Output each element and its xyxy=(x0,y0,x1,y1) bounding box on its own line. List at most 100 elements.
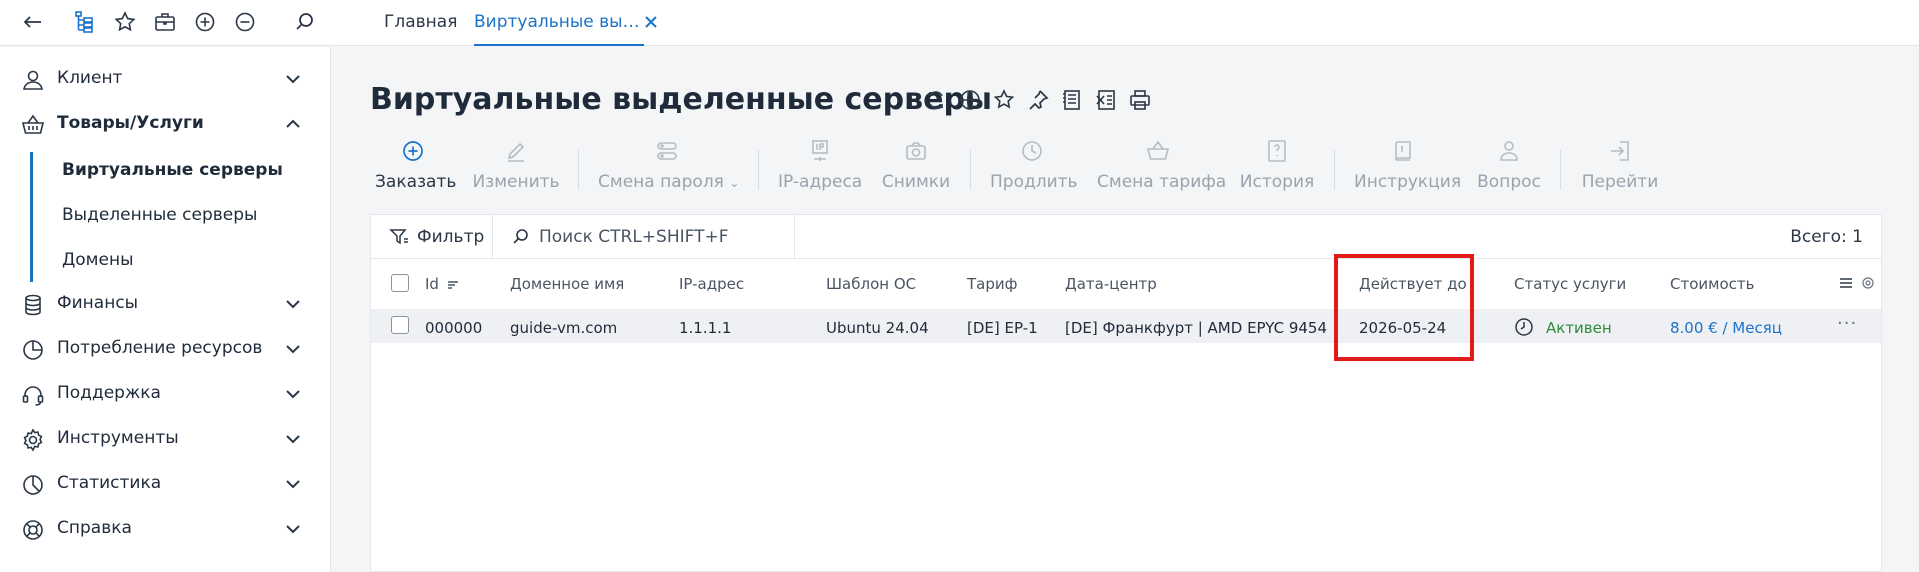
sidebar-item-resource-usage[interactable]: Потребление ресурсов xyxy=(0,329,331,369)
column-header-ip[interactable]: IP-адрес xyxy=(679,275,744,293)
sidebar-item-client[interactable]: Клиент xyxy=(0,59,331,99)
edit-button[interactable]: Изменить xyxy=(472,138,560,198)
change-tariff-button[interactable]: Смена тарифа xyxy=(1097,138,1227,198)
pin-icon[interactable] xyxy=(1026,88,1050,112)
table-settings-gear-icon[interactable] xyxy=(1861,276,1875,290)
cell-cost-link[interactable]: 8.00 € / Месяц xyxy=(1670,319,1782,337)
stats-icon xyxy=(20,472,46,498)
column-header-tariff[interactable]: Тариф xyxy=(967,275,1017,293)
services-table-panel: Фильтр Всего: 1 Id Доменное имя IP-адрес… xyxy=(370,214,1882,572)
sidebar-item-tools[interactable]: Инструменты xyxy=(0,419,331,459)
refresh-icon[interactable] xyxy=(924,88,948,112)
list-export-icon[interactable] xyxy=(1060,88,1084,112)
history-label: История xyxy=(1239,172,1315,192)
ip-addresses-label: IP-адреса xyxy=(778,172,863,192)
pencil-icon xyxy=(503,138,529,164)
column-header-status[interactable]: Статус услуги xyxy=(1514,275,1626,293)
change-password-button[interactable]: Смена пароля ⌄ xyxy=(598,138,739,198)
tab-virtual-servers[interactable]: Виртуальные вы… xyxy=(474,0,644,46)
sidebar-item-help[interactable]: Справка xyxy=(0,509,331,549)
cell-os: Ubuntu 24.04 xyxy=(826,319,929,337)
sidebar-subitem-dedicated-servers[interactable]: Выделенные серверы xyxy=(62,205,257,225)
chevron-down-icon xyxy=(284,385,302,403)
select-all-checkbox[interactable] xyxy=(391,274,409,292)
toolbar-separator xyxy=(1334,150,1335,190)
sidebar-item-label: Справка xyxy=(57,518,132,538)
headset-icon xyxy=(20,382,46,408)
instruction-button[interactable]: Инструкция xyxy=(1354,138,1462,198)
column-header-id[interactable]: Id xyxy=(425,275,460,293)
briefcase-icon[interactable] xyxy=(152,9,178,35)
plus-circle-icon[interactable] xyxy=(192,9,218,35)
order-label: Заказать xyxy=(375,172,457,192)
filter-button[interactable]: Фильтр xyxy=(371,215,493,259)
sidebar-subitem-domains[interactable]: Домены xyxy=(62,250,134,270)
cell-datacenter: [DE] Франкфурт | AMD EPYC 9454 xyxy=(1065,319,1328,337)
top-bar: Главная Виртуальные вы… xyxy=(0,0,1919,46)
search-icon xyxy=(513,229,528,244)
snapshots-button[interactable]: Снимки xyxy=(880,138,952,198)
filter-icon xyxy=(389,229,408,245)
sidebar-item-label: Клиент xyxy=(57,68,123,88)
sidebar: Клиент Товары/Услуги Виртуальные серверы… xyxy=(0,47,331,572)
search-input[interactable] xyxy=(539,223,789,251)
sidebar-subitem-virtual-servers[interactable]: Виртуальные серверы xyxy=(62,160,283,180)
cell-domain: guide-vm.com xyxy=(510,319,618,337)
toolbar-separator xyxy=(1560,150,1561,190)
sidebar-item-statistics[interactable]: Статистика xyxy=(0,464,331,504)
globe-icon[interactable] xyxy=(958,88,982,112)
back-icon[interactable] xyxy=(20,9,46,35)
history-icon xyxy=(1264,138,1290,164)
change-tariff-label: Смена тарифа xyxy=(1097,172,1227,192)
search-icon[interactable] xyxy=(292,9,318,35)
sidebar-item-goods-services[interactable]: Товары/Услуги xyxy=(0,104,331,144)
user-question-icon xyxy=(1496,138,1522,164)
go-button[interactable]: Перейти xyxy=(1580,138,1660,198)
filter-label: Фильтр xyxy=(417,227,485,247)
row-checkbox[interactable] xyxy=(391,316,409,334)
highlight-box xyxy=(1334,254,1474,361)
go-label: Перейти xyxy=(1581,172,1659,192)
column-header-datacenter[interactable]: Дата-центр xyxy=(1065,275,1157,293)
password-icon xyxy=(654,138,680,164)
excel-icon[interactable] xyxy=(1094,88,1118,112)
plus-circle-icon xyxy=(400,138,426,164)
close-icon[interactable] xyxy=(640,11,662,33)
client-icon xyxy=(20,67,46,93)
ip-icon xyxy=(807,138,833,164)
prolong-button[interactable]: Продлить xyxy=(990,138,1078,198)
minus-circle-icon[interactable] xyxy=(232,9,258,35)
enter-icon xyxy=(1607,138,1633,164)
history-button[interactable]: История xyxy=(1238,138,1316,198)
snapshot-icon xyxy=(903,138,929,164)
column-header-os[interactable]: Шаблон ОС xyxy=(826,275,916,293)
tab-home[interactable]: Главная xyxy=(384,0,457,46)
coins-icon xyxy=(20,292,46,318)
column-header-cost[interactable]: Стоимость xyxy=(1670,275,1754,293)
sidebar-item-label: Поддержка xyxy=(57,383,161,403)
toolbar-separator xyxy=(970,150,971,190)
basket-icon xyxy=(20,112,46,138)
columns-menu-icon[interactable] xyxy=(1839,276,1853,290)
cell-tariff: [DE] EP-1 xyxy=(967,319,1038,337)
sidebar-item-label: Финансы xyxy=(57,293,139,313)
sidebar-item-support[interactable]: Поддержка xyxy=(0,374,331,414)
instruction-label: Инструкция xyxy=(1354,172,1462,192)
column-header-domain[interactable]: Доменное имя xyxy=(510,275,624,293)
sort-icon xyxy=(446,278,460,292)
ip-addresses-button[interactable]: IP-адреса xyxy=(778,138,862,198)
order-button[interactable]: Заказать xyxy=(375,138,457,198)
tree-icon[interactable] xyxy=(72,9,98,35)
row-more-icon[interactable]: ··· xyxy=(1837,313,1857,334)
star-icon[interactable] xyxy=(992,88,1016,112)
sidebar-item-finance[interactable]: Финансы xyxy=(0,284,331,324)
question-button[interactable]: Вопрос xyxy=(1476,138,1542,198)
star-icon[interactable] xyxy=(112,9,138,35)
lifebuoy-icon xyxy=(20,517,46,543)
cell-ip: 1.1.1.1 xyxy=(679,319,732,337)
basket-icon xyxy=(1145,138,1171,164)
print-icon[interactable] xyxy=(1128,88,1152,112)
question-label: Вопрос xyxy=(1477,172,1541,192)
cell-id: 000000 xyxy=(425,319,483,337)
chevron-up-icon xyxy=(284,115,302,133)
